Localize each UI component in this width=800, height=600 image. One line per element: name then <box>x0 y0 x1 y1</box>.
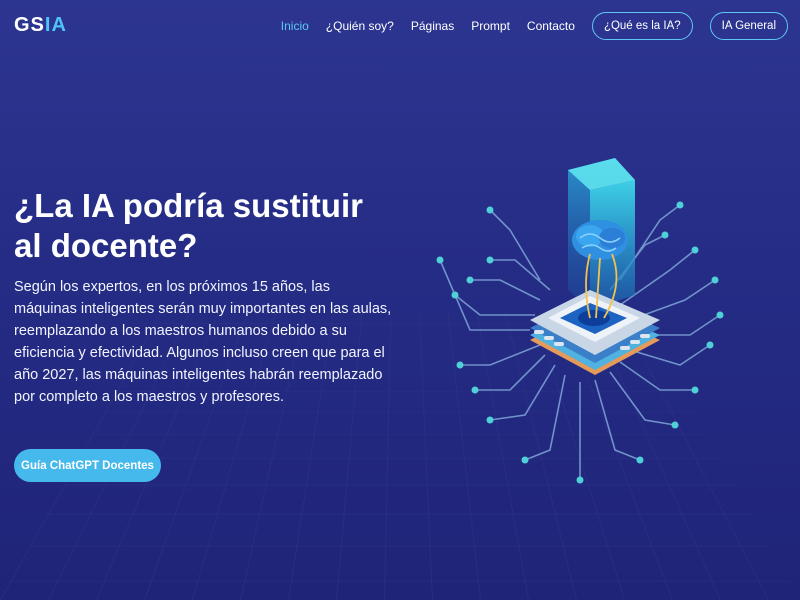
main-nav: Inicio ¿Quién soy? Páginas Prompt Contac… <box>264 10 788 42</box>
nav-item-contacto[interactable]: Contacto <box>527 19 575 33</box>
hero-title: ¿La IA podría sustituir al docente? <box>14 187 363 264</box>
nav-item-inicio[interactable]: Inicio <box>281 19 309 33</box>
logo-text-gs: GS <box>14 14 45 36</box>
site-header: GS IA Inicio ¿Quién soy? Páginas Prompt C… <box>0 0 800 52</box>
ai-chip-brain-icon <box>436 158 724 484</box>
que-es-ia-button[interactable]: ¿Qué es la IA? <box>591 12 693 40</box>
site-logo[interactable]: GS IA <box>14 14 67 37</box>
nav-item-quien-soy[interactable]: ¿Quién soy? <box>326 19 394 33</box>
nav-item-paginas[interactable]: Páginas <box>411 19 454 33</box>
hero-description: Según los expertos, en los próximos 15 a… <box>14 279 392 405</box>
nav-item-prompt[interactable]: Prompt <box>471 19 510 33</box>
logo-text-ia: IA <box>44 14 67 36</box>
guia-chatgpt-button[interactable]: Guía ChatGPT Docentes <box>14 449 161 482</box>
ia-general-button[interactable]: IA General <box>709 12 788 40</box>
